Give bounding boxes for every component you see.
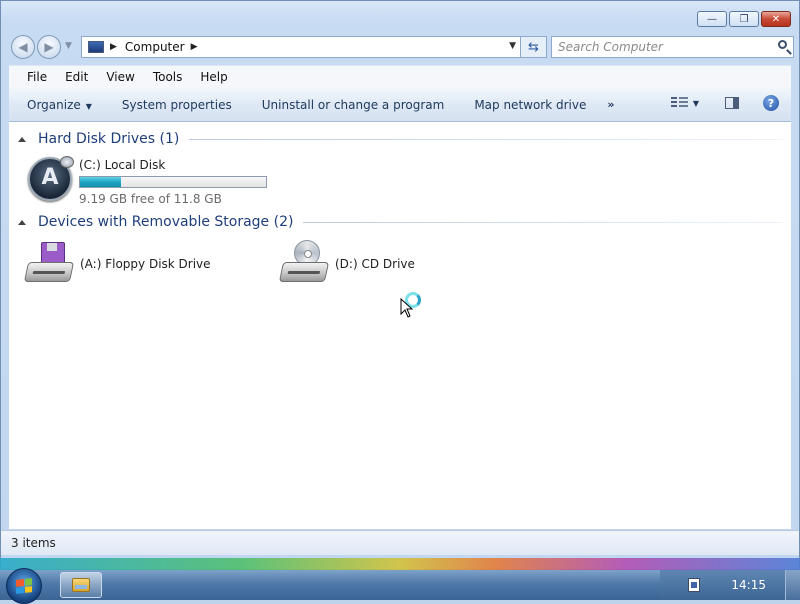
more-commands-button[interactable]: » xyxy=(601,98,620,111)
system-properties-button[interactable]: System properties xyxy=(107,98,247,112)
caption-buttons: — ❐ ✕ xyxy=(697,11,791,27)
breadcrumb-computer[interactable]: Computer xyxy=(125,40,185,54)
maximize-button[interactable]: ❐ xyxy=(729,11,759,27)
menu-edit[interactable]: Edit xyxy=(54,70,95,84)
map-network-drive-button[interactable]: Map network drive xyxy=(459,98,601,112)
mouse-pointer-icon xyxy=(400,298,414,318)
start-orb-icon[interactable] xyxy=(6,568,42,604)
close-button[interactable]: ✕ xyxy=(761,11,791,27)
menu-help[interactable]: Help xyxy=(189,70,234,84)
navigation-bar: ◀ ▶ ▼ ▶ Computer ▶ ▼ ⇆ xyxy=(9,35,794,59)
menu-view[interactable]: View xyxy=(95,70,141,84)
cd-drive-icon xyxy=(278,240,330,284)
address-dropdown-icon[interactable]: ▼ xyxy=(509,41,516,51)
command-bar: Organize ▼ System properties Uninstall or… xyxy=(9,88,791,122)
view-controls: ▼ ? xyxy=(670,95,779,111)
file-list-area[interactable]: Hard Disk Drives (1) (C:) Local Disk 9.1… xyxy=(9,122,791,529)
group-divider xyxy=(303,221,783,223)
collapse-triangle-icon[interactable] xyxy=(18,219,26,225)
organize-button[interactable]: Organize ▼ xyxy=(9,98,107,112)
breadcrumb-chevron-icon[interactable]: ▶ xyxy=(191,42,198,52)
drive-body-icon xyxy=(278,262,330,282)
address-bar[interactable]: ▶ Computer ▶ ▼ xyxy=(81,36,521,58)
os-disk-icon xyxy=(28,156,74,201)
change-view-icon[interactable] xyxy=(670,96,689,110)
drive-c-usage-bar xyxy=(79,176,267,188)
action-center-icon[interactable] xyxy=(688,578,700,592)
menu-tools[interactable]: Tools xyxy=(142,70,190,84)
windows-flag-icon xyxy=(16,578,32,594)
collapse-triangle-icon[interactable] xyxy=(18,136,26,142)
status-bar: 3 items xyxy=(1,530,799,555)
chevron-down-icon: ▼ xyxy=(85,101,92,111)
organize-label: Organize xyxy=(27,97,81,112)
preview-pane-icon[interactable] xyxy=(725,97,739,109)
computer-icon xyxy=(88,41,104,53)
drive-c-free-space: 9.19 GB free of 11.8 GB xyxy=(79,192,222,206)
drive-a-item[interactable]: (A:) Floppy Disk Drive xyxy=(23,242,211,284)
notification-area: 14:15 xyxy=(660,570,800,600)
view-options-dropdown-icon[interactable]: ▼ xyxy=(693,99,699,108)
drive-body-icon xyxy=(23,262,75,282)
forward-button[interactable]: ▶ xyxy=(37,35,61,59)
uninstall-program-button[interactable]: Uninstall or change a program xyxy=(247,98,460,112)
floppy-drive-icon xyxy=(23,242,75,284)
recent-pages-dropdown-icon[interactable]: ▼ xyxy=(65,41,72,51)
menu-bar: File Edit View Tools Help xyxy=(9,65,791,88)
drive-c-label: (C:) Local Disk xyxy=(79,158,166,172)
explorer-icon xyxy=(72,578,90,592)
drive-d-label: (D:) CD Drive xyxy=(335,257,415,271)
group-title: Devices with Removable Storage (2) xyxy=(38,214,294,230)
group-hard-disk-drives[interactable]: Hard Disk Drives (1) xyxy=(9,129,791,149)
group-title: Hard Disk Drives (1) xyxy=(38,131,180,147)
clock[interactable]: 14:15 xyxy=(731,578,766,592)
drive-c-details: (C:) Local Disk 9.19 GB free of 11.8 GB xyxy=(79,158,267,206)
search-icon[interactable] xyxy=(778,40,787,49)
desktop-wallpaper-strip xyxy=(0,558,800,570)
search-box xyxy=(551,36,794,58)
item-count: 3 items xyxy=(11,536,56,550)
drive-c-usage-fill xyxy=(80,177,121,187)
help-icon[interactable]: ? xyxy=(763,95,779,111)
floppy-disk-icon xyxy=(41,242,65,264)
search-input[interactable] xyxy=(552,39,770,55)
drive-d-item[interactable]: (D:) CD Drive xyxy=(278,240,415,284)
explorer-window: — ❐ ✕ ◀ ▶ ▼ ▶ Computer ▶ ▼ ⇆ File Edit V… xyxy=(0,0,800,570)
breadcrumb-separator-icon[interactable]: ▶ xyxy=(110,42,117,52)
minimize-button[interactable]: — xyxy=(697,11,727,27)
drive-c-item[interactable]: (C:) Local Disk 9.19 GB free of 11.8 GB xyxy=(28,156,267,206)
taskbar-explorer-button[interactable] xyxy=(60,572,102,598)
group-divider xyxy=(189,138,783,140)
group-removable-storage[interactable]: Devices with Removable Storage (2) xyxy=(9,212,791,232)
refresh-button[interactable]: ⇆ xyxy=(521,36,547,58)
menu-file[interactable]: File xyxy=(9,70,54,84)
taskbar: 14:15 xyxy=(0,568,800,604)
show-desktop-button[interactable] xyxy=(785,570,800,600)
back-button[interactable]: ◀ xyxy=(11,35,35,59)
drive-a-label: (A:) Floppy Disk Drive xyxy=(80,257,211,271)
